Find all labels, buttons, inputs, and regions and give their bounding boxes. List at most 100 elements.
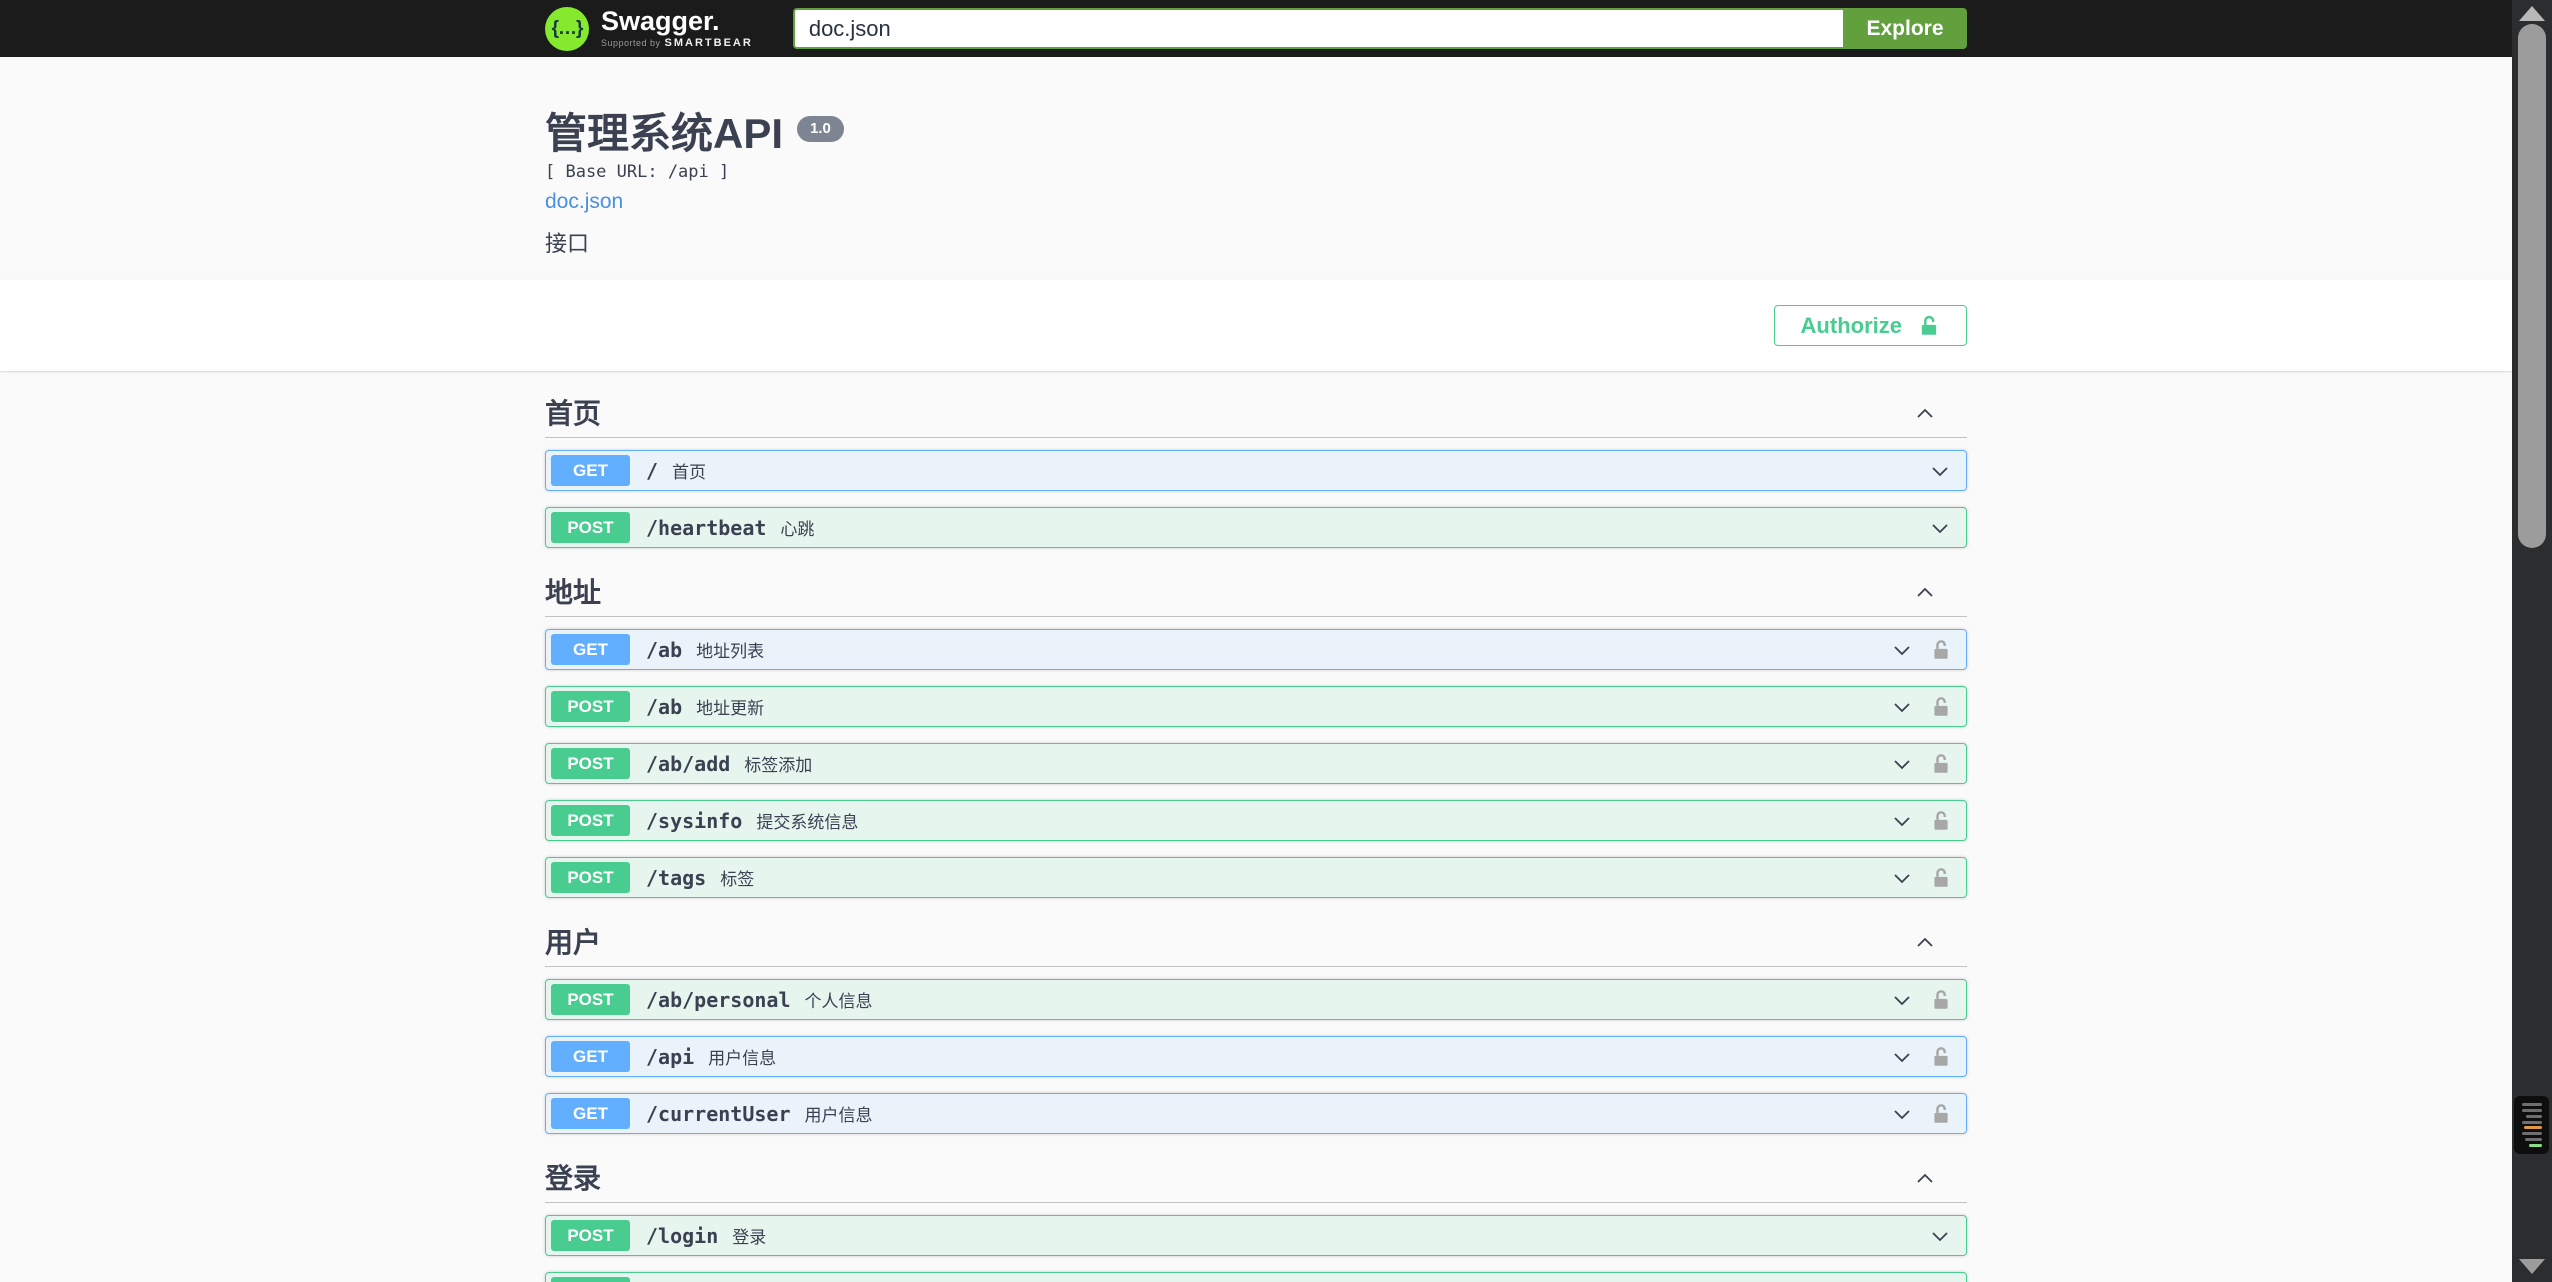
section-body: GET /ab 地址列表 POST /ab 地址更新 POST /ab/add … bbox=[545, 617, 1967, 898]
minimap-widget[interactable] bbox=[2514, 1096, 2549, 1154]
spec-url-form: Explore bbox=[792, 8, 1967, 49]
operation-summary: 用户信息 bbox=[708, 1049, 777, 1068]
auth-lock-button[interactable] bbox=[1930, 1046, 1952, 1068]
method-badge: POST bbox=[551, 1277, 630, 1282]
expand-operation-button[interactable] bbox=[1890, 695, 1914, 719]
expand-operation-button[interactable] bbox=[1890, 866, 1914, 890]
lock-icon bbox=[1934, 810, 1948, 830]
chevron-down-icon bbox=[1894, 1109, 1910, 1119]
brand-sub-name: SMARTBEAR bbox=[664, 37, 753, 49]
authorize-button[interactable]: Authorize bbox=[1773, 305, 1967, 346]
scrollbar-down-arrow-icon[interactable] bbox=[2519, 1259, 2545, 1274]
chevron-down-icon bbox=[1894, 816, 1910, 826]
collapse-section-button[interactable] bbox=[1913, 581, 1937, 605]
auth-lock-button[interactable] bbox=[1930, 810, 1952, 832]
operation-row[interactable]: POST /login 登录 bbox=[545, 1215, 1967, 1256]
topbar: {…} Swagger. Supported bySMARTBEAR Explo… bbox=[0, 0, 2512, 57]
api-info: 管理系统API 1.0 [ Base URL: /api ] doc.json 接… bbox=[0, 57, 2512, 280]
section-header[interactable]: 首页 bbox=[545, 385, 1967, 438]
chevron-down-icon bbox=[1894, 1052, 1910, 1062]
operation-summary: 标签 bbox=[720, 870, 755, 889]
operation-row[interactable]: POST /ab 地址更新 bbox=[545, 686, 1967, 727]
swagger-logo-icon: {…} bbox=[545, 6, 589, 51]
auth-lock-button[interactable] bbox=[1930, 989, 1952, 1011]
chevron-down-icon bbox=[1894, 759, 1910, 769]
operation-summary: 心跳 bbox=[780, 520, 815, 539]
scrollbar bbox=[2512, 0, 2552, 1282]
unlock-icon bbox=[1921, 315, 1937, 335]
method-badge: GET bbox=[551, 634, 630, 665]
chevron-up-icon bbox=[1917, 587, 1933, 597]
operation-row[interactable]: GET /currentUser 用户信息 bbox=[545, 1093, 1967, 1134]
section-header[interactable]: 用户 bbox=[545, 914, 1967, 967]
expand-operation-button[interactable] bbox=[1890, 752, 1914, 776]
lock-icon bbox=[1934, 639, 1948, 659]
version-badge: 1.0 bbox=[797, 116, 844, 142]
method-badge: POST bbox=[551, 748, 630, 779]
collapse-section-button[interactable] bbox=[1913, 1167, 1937, 1191]
section-body: GET / 首页 POST /heartbeat 心跳 bbox=[545, 438, 1967, 548]
collapse-section-button[interactable] bbox=[1913, 931, 1937, 955]
expand-operation-button[interactable] bbox=[1890, 1102, 1914, 1126]
operation-path: / bbox=[646, 458, 659, 483]
expand-operation-button[interactable] bbox=[1928, 459, 1952, 483]
expand-operation-button[interactable] bbox=[1890, 988, 1914, 1012]
section-title: 地址 bbox=[545, 577, 602, 608]
spec-link[interactable]: doc.json bbox=[545, 189, 623, 215]
operation-row[interactable]: POST /heartbeat 心跳 bbox=[545, 507, 1967, 548]
page-title: 管理系统API 1.0 bbox=[545, 109, 1967, 159]
scrollbar-thumb[interactable] bbox=[2518, 24, 2546, 548]
operation-summary: 个人信息 bbox=[804, 992, 873, 1011]
expand-operation-button[interactable] bbox=[1928, 1224, 1952, 1248]
scheme-container: Authorize bbox=[0, 280, 2512, 371]
chevron-up-icon bbox=[1917, 408, 1933, 418]
operation-row[interactable]: POST /ab/personal 个人信息 bbox=[545, 979, 1967, 1020]
chevron-down-icon bbox=[1894, 873, 1910, 883]
expand-operation-button[interactable] bbox=[1890, 1045, 1914, 1069]
api-description: 接口 bbox=[545, 231, 590, 256]
method-badge: GET bbox=[551, 1041, 630, 1072]
chevron-down-icon bbox=[1932, 466, 1948, 476]
section-header[interactable]: 地址 bbox=[545, 564, 1967, 617]
operation-row[interactable]: GET /ab 地址列表 bbox=[545, 629, 1967, 670]
operation-row[interactable]: POST /loginstatus 登录状态 bbox=[545, 1272, 1967, 1282]
operation-path: /ab bbox=[646, 637, 683, 662]
operation-path: /tags bbox=[646, 865, 707, 890]
operation-path: /sysinfo bbox=[646, 808, 743, 833]
method-badge: POST bbox=[551, 691, 630, 722]
method-badge: POST bbox=[551, 984, 630, 1015]
spec-url-input[interactable] bbox=[792, 8, 1843, 49]
explore-button[interactable]: Explore bbox=[1843, 8, 1967, 49]
auth-lock-button[interactable] bbox=[1930, 696, 1952, 718]
operation-path: /api bbox=[646, 1044, 695, 1069]
method-badge: POST bbox=[551, 805, 630, 836]
scrollbar-up-arrow-icon[interactable] bbox=[2519, 6, 2545, 21]
expand-operation-button[interactable] bbox=[1928, 516, 1952, 540]
collapse-section-button[interactable] bbox=[1913, 402, 1937, 426]
auth-lock-button[interactable] bbox=[1930, 867, 1952, 889]
operation-row[interactable]: GET /api 用户信息 bbox=[545, 1036, 1967, 1077]
section-title: 登录 bbox=[545, 1163, 602, 1194]
operation-row[interactable]: GET / 首页 bbox=[545, 450, 1967, 491]
operation-row[interactable]: POST /sysinfo 提交系统信息 bbox=[545, 800, 1967, 841]
lock-icon bbox=[1934, 696, 1948, 716]
swagger-logo-link[interactable]: {…} Swagger. Supported by SMARTBEAR bbox=[545, 6, 753, 51]
auth-lock-button[interactable] bbox=[1930, 753, 1952, 775]
brand-sub-prefix: Supported by bbox=[601, 38, 661, 48]
operation-row[interactable]: POST /tags 标签 bbox=[545, 857, 1967, 898]
auth-lock-button[interactable] bbox=[1930, 639, 1952, 661]
auth-lock-button[interactable] bbox=[1930, 1103, 1952, 1125]
operation-section: 地址 GET /ab 地址列表 POST /ab 地址更新 POST /ab/a… bbox=[545, 564, 1967, 898]
method-badge: POST bbox=[551, 512, 630, 543]
expand-operation-button[interactable] bbox=[1890, 638, 1914, 662]
operation-row[interactable]: POST /ab/add 标签添加 bbox=[545, 743, 1967, 784]
operation-summary: 登录 bbox=[732, 1228, 767, 1247]
api-title-text: 管理系统API bbox=[545, 110, 784, 157]
section-header[interactable]: 登录 bbox=[545, 1150, 1967, 1203]
brand-name: Swagger. bbox=[601, 6, 720, 36]
operation-path: /heartbeat bbox=[646, 515, 767, 540]
chevron-down-icon bbox=[1932, 523, 1948, 533]
expand-operation-button[interactable] bbox=[1890, 809, 1914, 833]
operation-summary: 首页 bbox=[672, 463, 707, 482]
method-badge: GET bbox=[551, 1098, 630, 1129]
